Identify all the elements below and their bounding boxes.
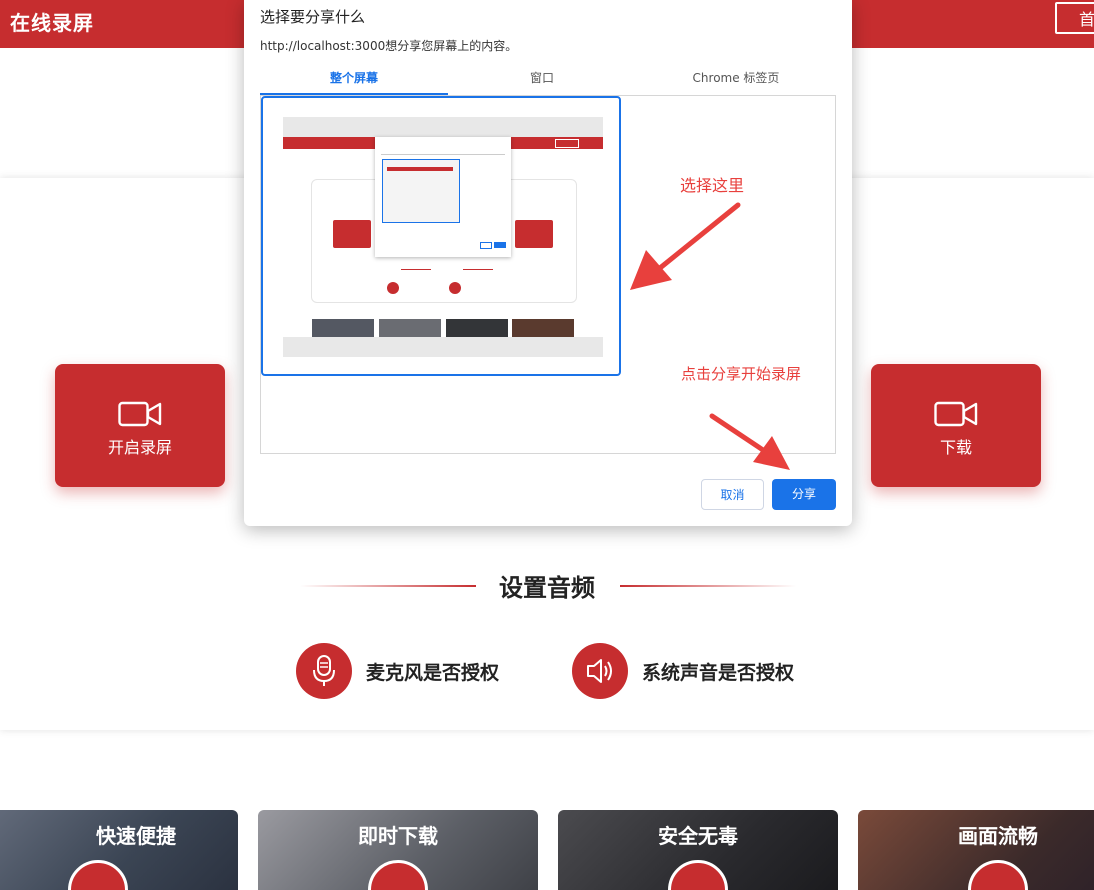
arrow-to-share-button-icon — [709, 413, 790, 470]
annotation-arrows — [630, 202, 790, 470]
arrow-to-thumbnail-icon — [630, 202, 741, 290]
